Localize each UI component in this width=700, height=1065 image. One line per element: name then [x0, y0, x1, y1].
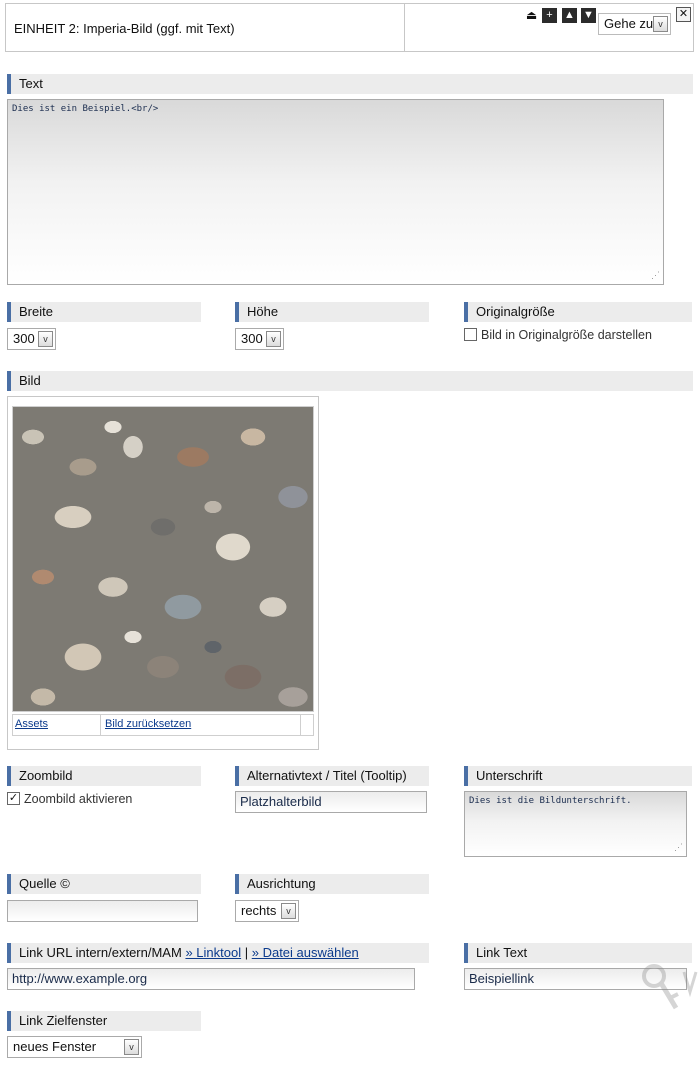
- link-url-label: Link URL intern/extern/MAM: [19, 945, 182, 960]
- ausrichtung-select[interactable]: rechts v: [235, 900, 299, 922]
- key-watermark-icon: [642, 964, 698, 1010]
- text-section-header: Text: [7, 74, 693, 94]
- originalgroesse-checkbox[interactable]: [464, 328, 477, 341]
- link-ziel-select-value: neues Fenster: [13, 1039, 97, 1054]
- goto-select-value: Gehe zu: [604, 16, 654, 31]
- linktool-link[interactable]: » Linktool: [185, 945, 241, 960]
- reset-cell: Bild zurücksetzen: [101, 715, 301, 735]
- zoombild-checkbox[interactable]: ✓: [7, 792, 20, 805]
- link-ziel-header: Link Zielfenster: [7, 1011, 201, 1031]
- chevron-down-icon: v: [38, 331, 53, 347]
- bild-header: Bild: [7, 371, 693, 391]
- originalgroesse-header: Originalgröße: [464, 302, 692, 322]
- move-up-icon[interactable]: ▲: [562, 8, 577, 23]
- unterschrift-header: Unterschrift: [464, 766, 692, 786]
- image-frame[interactable]: [12, 406, 314, 712]
- link-url-input[interactable]: http://www.example.org: [7, 968, 415, 990]
- alttext-input[interactable]: Platzhalterbild: [235, 791, 427, 813]
- link-separator: |: [244, 945, 249, 960]
- collapse-icon[interactable]: ⏏: [524, 9, 539, 24]
- text-textarea[interactable]: Dies ist ein Beispiel.<br/> ⋰: [7, 99, 664, 285]
- breite-header: Breite: [7, 302, 201, 322]
- goto-select[interactable]: Gehe zu v: [598, 13, 671, 35]
- unterschrift-textarea-value: Dies ist die Bildunterschrift.: [469, 796, 632, 806]
- add-icon[interactable]: +: [542, 8, 557, 23]
- ausrichtung-header: Ausrichtung: [235, 874, 429, 894]
- breite-select[interactable]: 300 v: [7, 328, 56, 350]
- zoombild-header: Zoombild: [7, 766, 201, 786]
- hoehe-select-value: 300: [241, 331, 263, 346]
- chevron-down-icon: v: [266, 331, 281, 347]
- chevron-down-icon: v: [281, 903, 296, 919]
- unit-title: EINHEIT 2: Imperia-Bild (ggf. mit Text): [14, 21, 235, 36]
- chevron-down-icon: v: [653, 16, 668, 32]
- image-footer: Assets Bild zurücksetzen: [12, 714, 314, 736]
- link-ziel-select[interactable]: neues Fenster v: [7, 1036, 142, 1058]
- link-text-header: Link Text: [464, 943, 692, 963]
- close-icon[interactable]: ✕: [676, 7, 691, 22]
- unterschrift-textarea[interactable]: Dies ist die Bildunterschrift. ⋰: [464, 791, 687, 857]
- select-file-link[interactable]: » Datei auswählen: [252, 945, 359, 960]
- quelle-input[interactable]: [7, 900, 198, 922]
- move-down-icon[interactable]: ▼: [581, 8, 596, 23]
- hoehe-select[interactable]: 300 v: [235, 328, 284, 350]
- text-textarea-value: Dies ist ein Beispiel.<br/>: [12, 104, 159, 114]
- link-url-header: Link URL intern/extern/MAM » Linktool | …: [7, 943, 429, 963]
- image-panel: Assets Bild zurücksetzen: [7, 396, 319, 750]
- originalgroesse-checkbox-label: Bild in Originalgröße darstellen: [481, 328, 652, 342]
- resize-grip-icon[interactable]: ⋰: [650, 271, 660, 281]
- assets-cell: Assets: [13, 715, 101, 735]
- check-icon: ✓: [8, 792, 19, 804]
- resize-grip-icon[interactable]: ⋰: [673, 843, 683, 853]
- chevron-down-icon: v: [124, 1039, 139, 1055]
- quelle-header: Quelle ©: [7, 874, 201, 894]
- hoehe-header: Höhe: [235, 302, 429, 322]
- alttext-header: Alternativtext / Titel (Tooltip): [235, 766, 429, 786]
- stones-image: [13, 407, 313, 711]
- zoombild-checkbox-label: Zoombild aktivieren: [24, 792, 133, 806]
- breite-select-value: 300: [13, 331, 35, 346]
- ausrichtung-select-value: rechts: [241, 903, 277, 918]
- assets-link[interactable]: Assets: [15, 718, 48, 730]
- header-divider: [404, 4, 405, 51]
- unit-header: EINHEIT 2: Imperia-Bild (ggf. mit Text) …: [5, 3, 694, 52]
- reset-image-link[interactable]: Bild zurücksetzen: [105, 718, 191, 730]
